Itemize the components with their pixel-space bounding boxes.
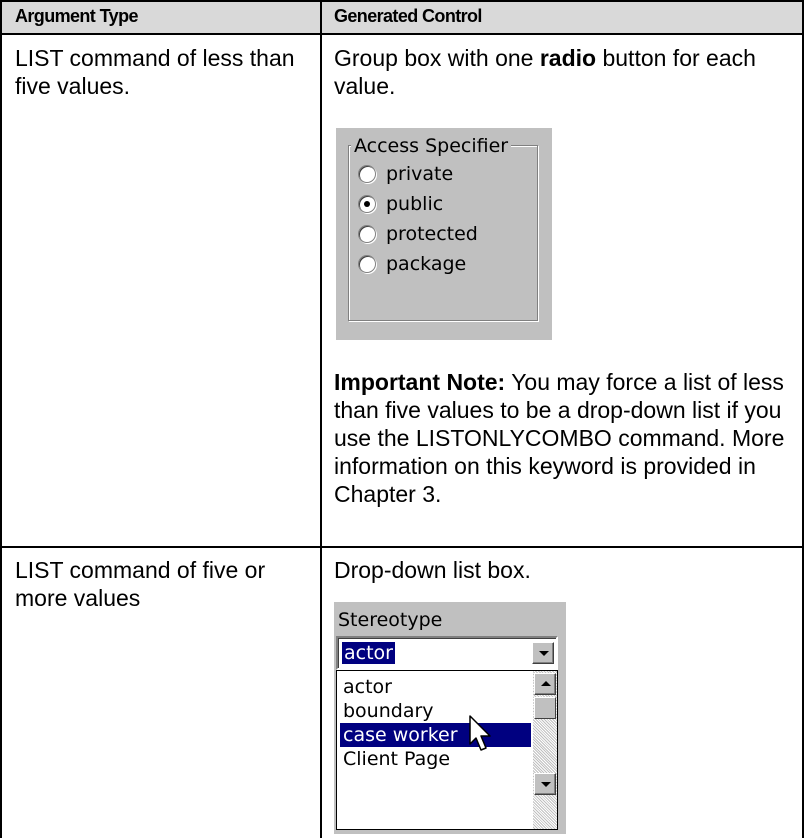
radio-button-icon[interactable] [358, 165, 376, 183]
radio-options: private public protected package [358, 161, 534, 281]
table-column-divider [320, 0, 322, 838]
scroll-down-arrow-icon[interactable] [534, 773, 556, 795]
combo-box-screenshot: Stereotype actor actor boundary case wor… [334, 602, 566, 834]
radio-button-selected-icon[interactable] [358, 195, 376, 213]
row1-control-description: Group box with one radio button for each… [334, 45, 756, 99]
row2-control-description: Drop-down list box. [334, 557, 531, 583]
row2-argument-type: LIST command of five or more values [15, 557, 266, 611]
list-item-partial [340, 771, 531, 785]
table-border-top [0, 0, 804, 2]
stereotype-combo[interactable]: actor [336, 636, 558, 670]
radio-button-icon[interactable] [358, 225, 376, 243]
radio-group-screenshot: Access Specifier private public protecte… [336, 128, 552, 340]
important-note: Important Note: You may force a list of … [334, 369, 785, 507]
dropdown-list[interactable]: actor boundary case worker Client Page [336, 670, 558, 830]
table-row-divider [0, 546, 804, 548]
mouse-pointer-icon [469, 715, 491, 751]
scrollbar-thumb[interactable] [534, 697, 556, 719]
list-item-actor[interactable]: actor [340, 675, 531, 699]
list-item-client-page[interactable]: Client Page [340, 747, 531, 771]
scroll-up-arrow-icon[interactable] [534, 673, 556, 695]
list-item-boundary[interactable]: boundary [340, 699, 531, 723]
header-argument-type: Argument Type [15, 6, 138, 26]
list-item-case-worker[interactable]: case worker [340, 723, 531, 747]
table-border-left [0, 0, 2, 838]
radio-button-icon[interactable] [358, 255, 376, 273]
combo-selected-value[interactable]: actor [342, 642, 395, 664]
row1-argument-type: LIST command of less than five values. [15, 45, 295, 99]
combo-label: Stereotype [338, 609, 443, 631]
list-scrollbar[interactable] [533, 671, 557, 829]
table-header-divider [0, 33, 804, 35]
group-box-legend: Access Specifier [351, 135, 512, 157]
header-generated-control: Generated Control [334, 6, 482, 26]
chevron-down-icon[interactable] [532, 642, 554, 664]
